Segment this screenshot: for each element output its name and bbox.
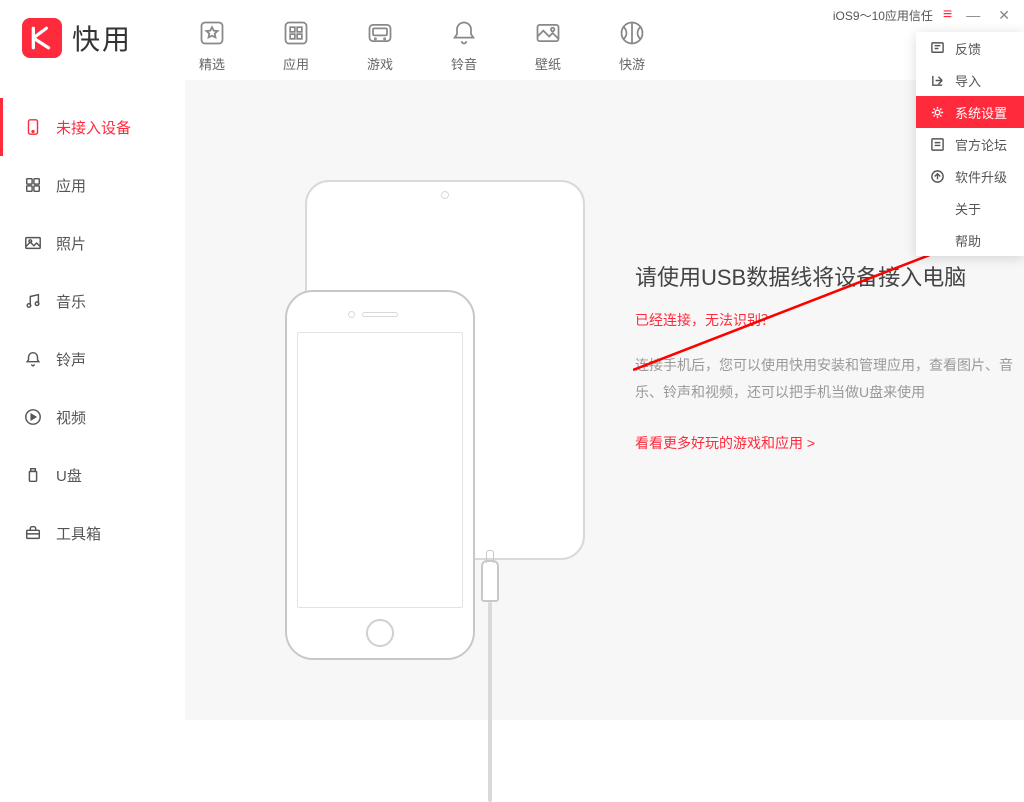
sidebar: 未接入设备 应用 照片 音乐 铃声 视频 U盘 工具箱 (0, 80, 185, 720)
phone-outline (285, 290, 475, 660)
window-controls: iOS9～10应用信任 ≡ — ✕ (833, 6, 1014, 24)
menu-settings[interactable]: 系统设置 (916, 96, 1024, 128)
sidebar-item-music[interactable]: 音乐 (0, 272, 185, 330)
gamepad-icon (363, 18, 397, 48)
sidebar-item-toolbox[interactable]: 工具箱 (0, 504, 185, 562)
menu-forum[interactable]: 官方论坛 (916, 128, 1024, 160)
topnav-quickgames[interactable]: 快游 (596, 18, 668, 73)
brand-name: 快用 (72, 18, 132, 58)
menu-upgrade[interactable]: 软件升级 (916, 160, 1024, 192)
toolbox-icon (24, 524, 42, 542)
instruction-block: 请使用USB数据线将设备接入电脑 已经连接，无法识别？ 连接手机后，您可以使用快… (635, 260, 1015, 720)
sidebar-item-photos[interactable]: 照片 (0, 214, 185, 272)
grid-icon (279, 18, 313, 48)
ball-icon (615, 18, 649, 48)
troubleshoot-link[interactable]: 已经连接，无法识别？ (635, 310, 1015, 330)
menu-help[interactable]: 帮助 (916, 224, 1024, 256)
sidebar-item-udisk[interactable]: U盘 (0, 446, 185, 504)
forum-icon (930, 137, 945, 152)
topnav-games[interactable]: 游戏 (344, 18, 416, 73)
gear-icon (930, 105, 945, 120)
layout: 未接入设备 应用 照片 音乐 铃声 视频 U盘 工具箱 (0, 80, 1024, 720)
device-illustration (225, 160, 605, 610)
sidebar-item-device[interactable]: 未接入设备 (0, 98, 185, 156)
bell-icon (24, 350, 42, 368)
logo-block: 快用 (22, 18, 132, 58)
topnav: 精选 应用 游戏 铃音 壁纸 快游 (176, 18, 668, 73)
topnav-apps[interactable]: 应用 (260, 18, 332, 73)
feedback-icon (930, 41, 945, 56)
cable-illustration (481, 560, 499, 602)
import-icon (930, 73, 945, 88)
minimize-button[interactable]: — (962, 7, 984, 23)
menu-feedback[interactable]: 反馈 (916, 32, 1024, 64)
apps-icon (24, 176, 42, 194)
more-link[interactable]: 看看更多好玩的游戏和应用 > (635, 435, 815, 451)
menu-import[interactable]: 导入 (916, 64, 1024, 96)
image-icon (531, 18, 565, 48)
phone-icon (24, 118, 42, 136)
bell-icon (447, 18, 481, 48)
main-content: 请使用USB数据线将设备接入电脑 已经连接，无法识别？ 连接手机后，您可以使用快… (185, 80, 1024, 720)
upgrade-icon (930, 169, 945, 184)
menu-about[interactable]: 关于 (916, 192, 1024, 224)
description: 连接手机后，您可以使用快用安装和管理应用，查看图片、音乐、铃声和视频，还可以把手… (635, 352, 1015, 405)
video-icon (24, 408, 42, 426)
menu-icon[interactable]: ≡ (943, 6, 952, 24)
trust-link[interactable]: iOS9～10应用信任 (833, 7, 933, 24)
music-icon (24, 292, 42, 310)
photo-icon (24, 234, 42, 252)
sidebar-item-ringtones[interactable]: 铃声 (0, 330, 185, 388)
headline: 请使用USB数据线将设备接入电脑 (635, 260, 1015, 292)
topnav-ringtones[interactable]: 铃音 (428, 18, 500, 73)
star-icon (195, 18, 229, 48)
sidebar-item-video[interactable]: 视频 (0, 388, 185, 446)
topnav-wallpapers[interactable]: 壁纸 (512, 18, 584, 73)
app-logo (22, 18, 62, 58)
sidebar-item-apps[interactable]: 应用 (0, 156, 185, 214)
topnav-featured[interactable]: 精选 (176, 18, 248, 73)
close-button[interactable]: ✕ (994, 7, 1014, 24)
topbar: 快用 精选 应用 游戏 铃音 壁纸 快游 iOS9～10应用信任 ≡ — (0, 0, 1024, 80)
usb-icon (24, 466, 42, 484)
settings-dropdown: 反馈 导入 系统设置 官方论坛 软件升级 关于 帮助 (916, 32, 1024, 256)
